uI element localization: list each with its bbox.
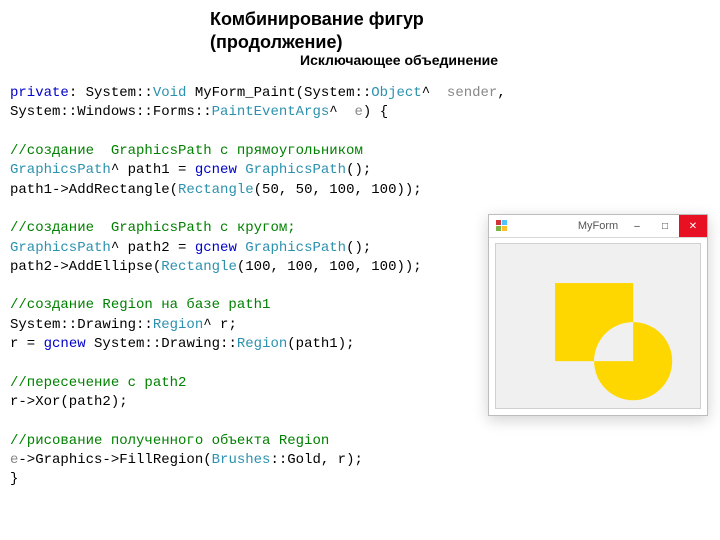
comment-2: //создание GraphicsPath с кругом; xyxy=(10,220,296,236)
xor-shape xyxy=(496,244,700,408)
code-block: private: System::Void MyForm_Paint(Syste… xyxy=(10,84,506,490)
slide-subtitle: Исключающее объединение xyxy=(300,52,498,68)
window-titlebar: MyForm – □ ✕ xyxy=(489,215,707,238)
kw-gcnew: gcnew xyxy=(195,162,237,178)
type-region: Region xyxy=(153,317,203,333)
app-icon xyxy=(495,219,509,233)
type-object: Object xyxy=(371,85,421,101)
type-rectangle: Rectangle xyxy=(178,182,254,198)
minimize-button[interactable]: – xyxy=(623,215,651,237)
title-line-2: (продолжение) xyxy=(210,32,343,52)
type-painteventargs: PaintEventArgs xyxy=(212,104,330,120)
comment-3: //создание Region на базе path1 xyxy=(10,297,270,313)
type-brushes: Brushes xyxy=(212,452,271,468)
maximize-button[interactable]: □ xyxy=(651,215,679,237)
window-buttons: – □ ✕ xyxy=(623,215,707,237)
type-void: Void xyxy=(153,85,187,101)
comment-5: //рисование полученного объекта Region xyxy=(10,433,329,449)
close-button[interactable]: ✕ xyxy=(679,215,707,237)
kw-private: private xyxy=(10,85,69,101)
window-client-area xyxy=(495,243,701,409)
comment-1: //создание GraphicsPath с прямоугольнико… xyxy=(10,143,363,159)
title-line-1: Комбинирование фигур xyxy=(210,9,424,29)
param-e: e xyxy=(354,104,362,120)
param-sender: sender xyxy=(447,85,497,101)
result-window: MyForm – □ ✕ xyxy=(488,214,708,416)
comment-4: //пересечение с path2 xyxy=(10,375,186,391)
slide-title: Комбинирование фигур (продолжение) xyxy=(210,8,424,53)
type-graphicspath: GraphicsPath xyxy=(10,162,111,178)
